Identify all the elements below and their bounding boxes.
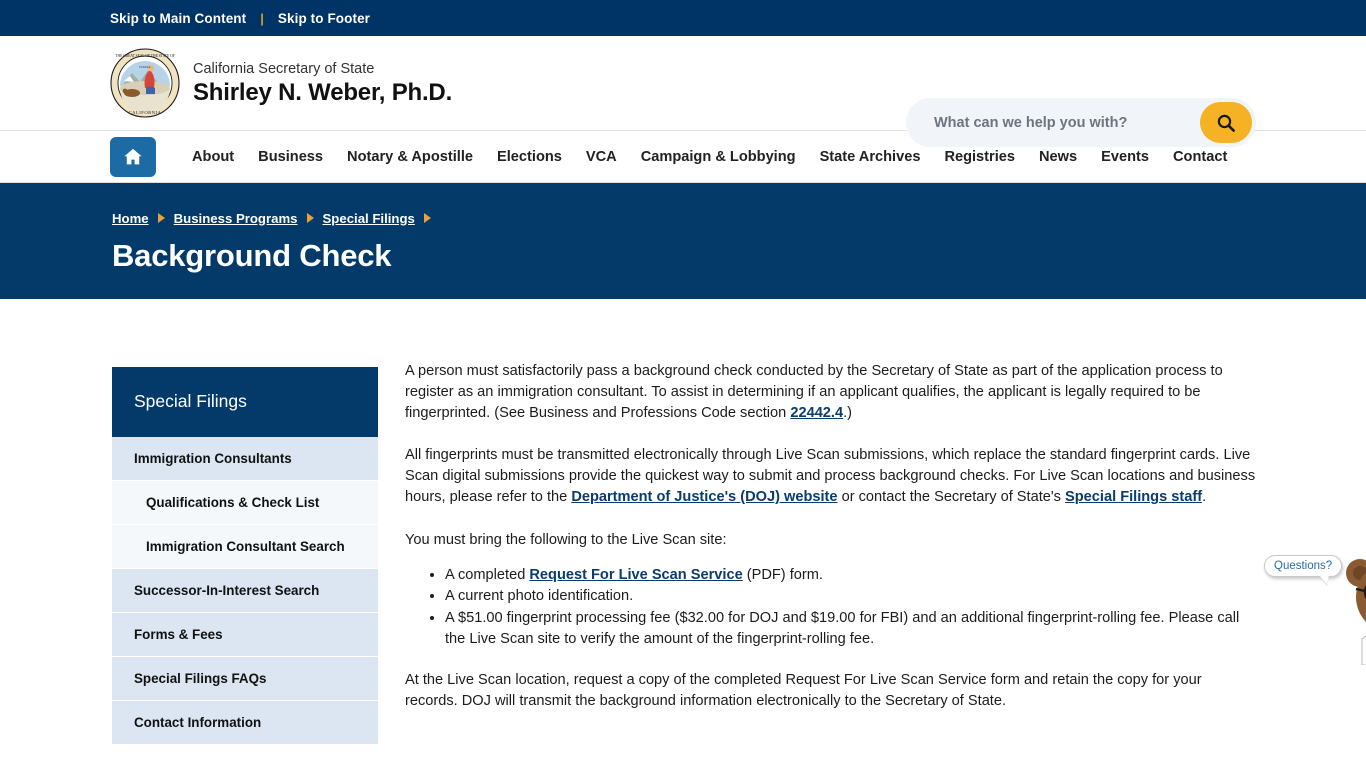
sidebar-item-special-filings-faqs[interactable]: Special Filings FAQs (112, 657, 378, 701)
list-item-text: A completed (445, 566, 530, 583)
search-icon (1217, 114, 1235, 132)
sidebar-item-successor-in-interest-search[interactable]: Successor-In-Interest Search (112, 569, 378, 613)
breadcrumb-arrow-icon (306, 213, 314, 223)
breadcrumb-item-special-filings[interactable]: Special Filings (323, 211, 415, 226)
page-title: Background Check (112, 238, 392, 273)
svg-text:CALIFORNIA: CALIFORNIA (129, 110, 162, 115)
nav-item-campaign-lobbying[interactable]: Campaign & Lobbying (629, 149, 808, 165)
nav-item-state-archives[interactable]: State Archives (808, 149, 933, 165)
intro-paragraph: A person must satisfactorily pass a back… (405, 361, 1256, 423)
list-item: A $51.00 fingerprint processing fee ($32… (445, 608, 1256, 650)
sidebar-item-immigration-consultants[interactable]: Immigration Consultants (112, 437, 378, 481)
paragraph-text: . (1202, 488, 1207, 505)
site-header: THE GREAT SEAL OF THE STATE OF CALIFORNI… (0, 36, 1366, 147)
doj-website-link[interactable]: Department of Justice's (DOJ) website (571, 489, 837, 505)
search-submit-button[interactable] (1200, 102, 1252, 143)
bpc-22442-4-link[interactable]: 22442.4 (790, 405, 843, 421)
chat-widget: Questions? (1264, 547, 1366, 667)
skip-links-bar: Skip to Main Content | Skip to Footer (0, 0, 1366, 36)
nav-item-news[interactable]: News (1027, 149, 1089, 165)
main-region: Special Filings Immigration Consultants … (0, 299, 1366, 745)
list-item: A current photo identification. (445, 586, 1256, 607)
bring-list-intro: You must bring the following to the Live… (405, 531, 727, 548)
sidebar-item-contact-information[interactable]: Contact Information (112, 701, 378, 745)
breadcrumb-item-business-programs[interactable]: Business Programs (174, 211, 298, 226)
bear-avatar-icon (1346, 559, 1366, 666)
org-name: California Secretary of State (193, 60, 375, 77)
main-content: A person must satisfactorily pass a back… (405, 361, 1256, 745)
home-icon (124, 148, 142, 164)
search-input[interactable] (932, 113, 1200, 132)
home-button[interactable] (110, 136, 156, 177)
chat-bear-avatar[interactable] (1336, 547, 1366, 670)
sidebar-item-forms-fees[interactable]: Forms & Fees (112, 613, 378, 657)
paragraph-text: .) (843, 404, 853, 421)
nav-item-elections[interactable]: Elections (485, 149, 574, 165)
livescan-paragraph: All fingerprints must be transmitted ele… (405, 445, 1256, 507)
sidebar-item-immigration-consultant-search[interactable]: Immigration Consultant Search (112, 525, 378, 569)
sidebar-item-qualifications-check-list[interactable]: Qualifications & Check List (112, 481, 378, 525)
special-filings-staff-link[interactable]: Special Filings staff (1065, 489, 1202, 505)
closing-paragraph: At the Live Scan location, request a cop… (405, 671, 1202, 709)
nav-item-vca[interactable]: VCA (574, 149, 629, 165)
requirements-list: A completed Request For Live Scan Servic… (405, 565, 1256, 650)
breadcrumb: Home Business Programs Special Filings (112, 209, 1366, 227)
breadcrumb-arrow-icon (423, 213, 431, 223)
svg-text:EUREKA: EUREKA (139, 66, 150, 69)
svg-text:THE GREAT SEAL OF THE STATE OF: THE GREAT SEAL OF THE STATE OF (115, 54, 174, 58)
nav-item-registries[interactable]: Registries (932, 149, 1027, 165)
nav-item-about[interactable]: About (180, 149, 246, 165)
official-name: Shirley N. Weber, Ph.D. (193, 78, 453, 106)
site-search[interactable] (906, 98, 1256, 147)
list-item: A completed Request For Live Scan Servic… (445, 565, 1256, 586)
nav-item-business[interactable]: Business (246, 149, 335, 165)
nav-item-contact[interactable]: Contact (1161, 149, 1239, 165)
brand-text: California Secretary of State Shirley N.… (193, 61, 452, 106)
california-state-seal-icon: THE GREAT SEAL OF THE STATE OF CALIFORNI… (110, 48, 180, 118)
nav-item-notary-apostille[interactable]: Notary & Apostille (335, 149, 485, 165)
paragraph-text: or contact the Secretary of State's (837, 488, 1066, 505)
chat-bubble[interactable]: Questions? (1264, 555, 1343, 577)
sidebar-heading: Special Filings (112, 367, 378, 437)
nav-item-events[interactable]: Events (1089, 149, 1161, 165)
breadcrumb-item-home[interactable]: Home (112, 211, 149, 226)
sidebar-navigation: Special Filings Immigration Consultants … (112, 367, 378, 745)
page-hero: Home Business Programs Special Filings B… (0, 183, 1366, 299)
list-item-text: (PDF) form. (742, 566, 823, 583)
request-for-live-scan-service-link[interactable]: Request For Live Scan Service (529, 567, 742, 583)
breadcrumb-arrow-icon (157, 213, 165, 223)
skip-to-footer-link[interactable]: Skip to Footer (278, 11, 370, 26)
skip-to-main-content-link[interactable]: Skip to Main Content (110, 11, 246, 26)
brand-block[interactable]: THE GREAT SEAL OF THE STATE OF CALIFORNI… (110, 48, 452, 118)
skip-links-separator: | (260, 10, 264, 26)
